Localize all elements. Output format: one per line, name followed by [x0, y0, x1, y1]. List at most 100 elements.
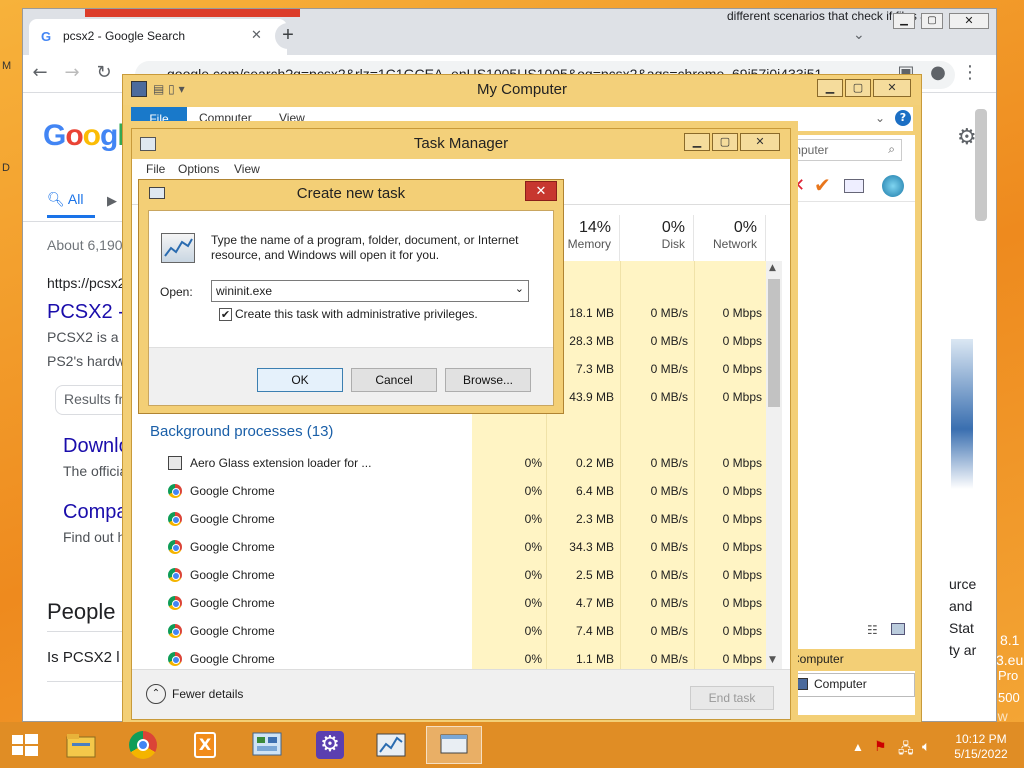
- run-dialog-icon[interactable]: [426, 726, 482, 764]
- tab-video-icon[interactable]: ▶: [107, 193, 117, 209]
- fewer-details-link[interactable]: Fewer details: [172, 687, 243, 701]
- desktop-edge-text: 8.1: [1000, 632, 1020, 648]
- desktop-edge-text: 500: [998, 690, 1020, 705]
- chevron-down-icon[interactable]: ⌄: [515, 282, 524, 295]
- image-thumbnail[interactable]: [951, 339, 973, 489]
- scroll-down-icon[interactable]: ▼: [769, 655, 776, 665]
- group-header-background-processes[interactable]: Background processes (13): [150, 423, 333, 440]
- cancel-button[interactable]: Cancel: [351, 368, 437, 392]
- open-combobox[interactable]: wininit.exe ⌄: [211, 280, 529, 302]
- menu-file[interactable]: File: [146, 162, 165, 176]
- result-url[interactable]: https://pcsx2: [47, 275, 126, 291]
- create-new-task-dialog[interactable]: Create new task ✕ Type the name of a pro…: [138, 179, 564, 414]
- chrome-tab[interactable]: G pcsx2 - Google Search ✕: [29, 19, 287, 55]
- maximize-icon[interactable]: ▢: [845, 79, 871, 97]
- network-icon[interactable]: 🖧︎: [898, 738, 914, 762]
- task-manager-menu: File Options View: [132, 159, 790, 181]
- task-list-scrollbar[interactable]: ▲ ▼: [766, 261, 782, 669]
- right-snippet: urce and Stat ty ar: [949, 576, 977, 658]
- dialog-title: Create new task: [296, 185, 406, 202]
- scroll-thumb[interactable]: [768, 279, 780, 407]
- close-icon[interactable]: ✕: [740, 133, 780, 151]
- maximize-icon[interactable]: ▢: [921, 13, 943, 29]
- question-item[interactable]: Is PCSX2 l: [47, 649, 120, 666]
- clock-time: 10:12 PM: [955, 732, 1007, 746]
- help-icon[interactable]: ?: [895, 110, 911, 126]
- admin-checkbox[interactable]: ✔: [219, 308, 232, 321]
- tab-search-icon[interactable]: ⌄: [853, 27, 865, 43]
- chrome-icon: [168, 484, 182, 498]
- settings-gear-icon[interactable]: ⚙: [957, 125, 977, 150]
- network-globe-icon[interactable]: [882, 175, 904, 197]
- collapse-chevron-icon[interactable]: ⌃: [146, 684, 166, 704]
- ribbon-tab-computer[interactable]: Computer: [199, 111, 252, 125]
- ribbon-tab-view[interactable]: View: [279, 111, 305, 125]
- new-tab-button[interactable]: +: [275, 23, 301, 49]
- chrome-icon: [168, 568, 182, 582]
- result-title[interactable]: PCSX2 -: [47, 301, 125, 324]
- minimize-icon[interactable]: ▁: [817, 79, 843, 97]
- profile-icon[interactable]: ●: [925, 61, 951, 87]
- table-row[interactable]: Aero Glass extension loader for ... 0% 0…: [142, 449, 768, 477]
- nav-item-computer[interactable]: Computer: [789, 649, 915, 671]
- chrome-icon: [168, 624, 182, 638]
- google-logo[interactable]: Googl: [43, 119, 126, 153]
- page-scrollbar[interactable]: [975, 109, 987, 221]
- settings-gear-icon[interactable]: ⚙: [304, 726, 354, 764]
- close-tab-icon[interactable]: ✕: [251, 27, 262, 43]
- quick-access-toolbar-icon[interactable]: ▤ ▯ ▾: [153, 82, 185, 96]
- scroll-up-icon[interactable]: ▲: [769, 263, 776, 273]
- large-icons-view-icon[interactable]: [891, 623, 905, 635]
- avast-cleanup-icon[interactable]: X: [180, 726, 230, 764]
- table-row[interactable]: Google Chrome 0% 2.3 MB 0 MB/s 0 Mbps: [142, 505, 768, 533]
- menu-icon[interactable]: ⋮: [957, 61, 983, 87]
- sitelink-compat[interactable]: Compa: [63, 501, 127, 524]
- control-panel-icon[interactable]: [242, 726, 292, 764]
- show-hidden-icons-icon[interactable]: ▲: [852, 740, 864, 754]
- table-row[interactable]: Google Chrome 0% 2.5 MB 0 MB/s 0 Mbps: [142, 561, 768, 589]
- close-icon[interactable]: ✕: [949, 13, 989, 29]
- checkmark-icon[interactable]: ✔: [814, 173, 831, 197]
- clock[interactable]: 10:12 PM 5/15/2022: [946, 732, 1016, 762]
- chrome-icon: [168, 540, 182, 554]
- table-row[interactable]: Google Chrome 0% 7.4 MB 0 MB/s 0 Mbps: [142, 617, 768, 645]
- reload-icon[interactable]: ↻: [91, 61, 117, 87]
- minimize-icon[interactable]: ▁: [684, 133, 710, 151]
- desktop-edge-text: M: [2, 60, 12, 72]
- maximize-icon[interactable]: ▢: [712, 133, 738, 151]
- address-computer[interactable]: Computer: [789, 673, 915, 697]
- table-row[interactable]: Google Chrome 0% 6.4 MB 0 MB/s 0 Mbps: [142, 477, 768, 505]
- action-center-flag-icon[interactable]: ⚑: [874, 738, 887, 755]
- menu-view[interactable]: View: [234, 162, 260, 176]
- file-explorer-icon[interactable]: [56, 726, 106, 764]
- browse-button[interactable]: Browse...: [445, 368, 531, 392]
- delete-icon[interactable]: ✕: [790, 175, 805, 196]
- table-row[interactable]: Google Chrome 0% 34.3 MB 0 MB/s 0 Mbps: [142, 533, 768, 561]
- task-manager-icon[interactable]: [366, 726, 416, 764]
- task-monitor-icon: [161, 233, 195, 263]
- ok-button[interactable]: OK: [257, 368, 343, 392]
- forward-icon[interactable]: →: [59, 61, 85, 87]
- menu-options[interactable]: Options: [178, 162, 219, 176]
- admin-checkbox-label[interactable]: Create this task with administrative pri…: [235, 307, 478, 321]
- sitelink-download[interactable]: Downlo: [63, 435, 130, 458]
- search-input[interactable]: mputer ⌕: [790, 139, 902, 161]
- minimize-icon[interactable]: ▁: [893, 13, 915, 29]
- ribbon-collapse-icon[interactable]: ⌄: [875, 111, 885, 125]
- start-icon[interactable]: [0, 726, 50, 764]
- dialog-close-button[interactable]: ✕: [525, 181, 557, 201]
- column-disk[interactable]: 0% Disk: [620, 215, 694, 261]
- column-network[interactable]: 0% Network: [694, 215, 766, 261]
- tab-all[interactable]: 🔍︎ All: [47, 191, 83, 208]
- close-icon[interactable]: ✕: [873, 79, 911, 97]
- table-row[interactable]: Google Chrome 0% 4.7 MB 0 MB/s 0 Mbps: [142, 589, 768, 617]
- back-icon[interactable]: ←: [27, 61, 53, 87]
- desktop-edge-text: Pro: [998, 668, 1019, 683]
- properties-icon[interactable]: [844, 179, 864, 193]
- end-task-button[interactable]: End task: [690, 686, 774, 710]
- chrome-icon[interactable]: [118, 726, 168, 764]
- details-view-icon[interactable]: ☷: [867, 623, 878, 637]
- divider: [790, 201, 915, 202]
- volume-icon[interactable]: 🔈︎: [922, 738, 930, 755]
- chrome-icon: [168, 512, 182, 526]
